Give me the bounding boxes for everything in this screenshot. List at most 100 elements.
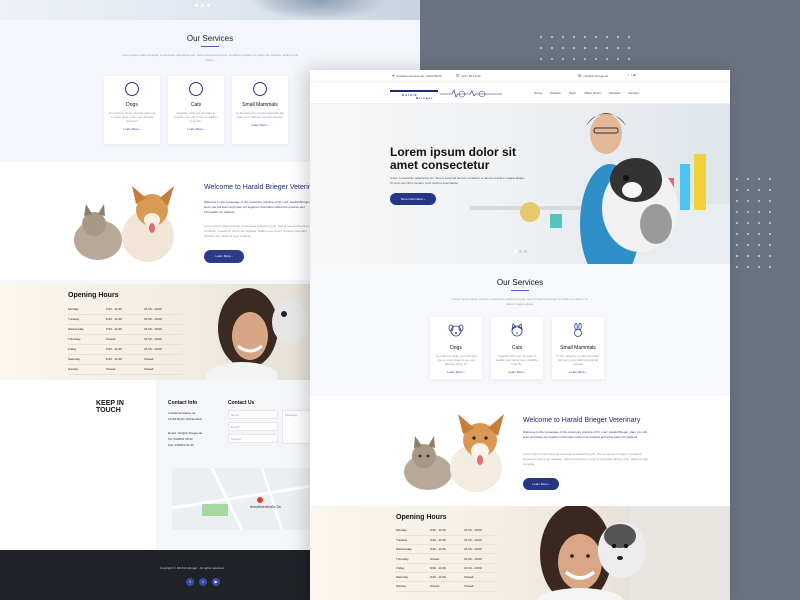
- card-link[interactable]: Learn More ›: [232, 123, 288, 127]
- decor-dot: [769, 266, 771, 268]
- decor-dot: [584, 47, 586, 49]
- nav-services[interactable]: Services: [609, 91, 621, 95]
- topbar-email[interactable]: ✉ info@dr-brieger.de: [578, 73, 608, 78]
- day-cell: Monday: [68, 304, 106, 315]
- hours-row: Sunday Closed Closed: [396, 581, 498, 592]
- card-link[interactable]: Learn More ›: [168, 127, 224, 131]
- back-hours-table: Monday 9:30 - 11:00 16:30 - 19:00 Tuesday 9:…: [68, 304, 182, 375]
- decor-dot: [758, 200, 760, 202]
- time-cell: 16:30 - 19:00: [144, 314, 182, 325]
- day-cell: Thursday: [68, 334, 106, 345]
- card-learn-more-link[interactable]: Learn More ›: [491, 370, 543, 374]
- more-information-button[interactable]: More information ›: [390, 193, 436, 205]
- decor-dot: [758, 189, 760, 191]
- hours-row: Saturday 9:30 - 11:00 Closed: [68, 354, 182, 365]
- card-link[interactable]: Learn More ›: [104, 127, 160, 131]
- welcome-title: Welcome to Harald Brieger Veterinary: [523, 417, 641, 424]
- topbar-social: ft▶: [628, 73, 638, 77]
- time-cell: Closed: [106, 364, 144, 375]
- service-card-dogs[interactable]: Dogs You want to clean your life with on…: [430, 317, 482, 379]
- back-card-small-mammals[interactable]: Small Mammals In the category 'small mam…: [232, 76, 288, 144]
- nav-team[interactable]: Team: [569, 91, 576, 95]
- day-cell: Thursday: [396, 553, 430, 564]
- card-text: Together with you we want to enable your…: [495, 354, 539, 366]
- decor-dot: [747, 200, 749, 202]
- day-cell: Sunday: [68, 364, 106, 375]
- topbar-phone[interactable]: ✆ 030 / 80 19 32: [456, 73, 481, 78]
- back-services-subtitle: Lorem ipsum dolor sit amet, consectetur …: [121, 53, 299, 62]
- time-cell: 16:30 - 19:00: [464, 526, 498, 536]
- decor-dot: [758, 233, 760, 235]
- decor-dot: [551, 47, 553, 49]
- time-cell: Closed: [106, 334, 144, 345]
- hero-text: Amet, consectetur adipisicing elit. Sed …: [390, 176, 525, 185]
- decor-dot: [736, 200, 738, 202]
- time-cell: 16:30 - 19:00: [464, 563, 498, 574]
- time-cell: Closed: [144, 364, 182, 375]
- back-welcome-text: Lorem ipsum dolor sit amet consectetur a…: [204, 224, 310, 238]
- back-services-title: Our Services: [186, 34, 234, 43]
- decor-dot: [606, 47, 608, 49]
- time-cell: 16:30 - 19:00: [464, 544, 498, 555]
- youtube-icon[interactable]: ▶: [212, 578, 220, 586]
- decor-dot: [747, 266, 749, 268]
- site-logo[interactable]: Harald Brieger: [390, 87, 502, 100]
- decor-dot: [736, 244, 738, 246]
- back-slider-indicators: [195, 4, 210, 7]
- time-cell: Closed: [464, 581, 498, 592]
- nav-office-hours[interactable]: Office Hours: [584, 91, 601, 95]
- learn-more-button[interactable]: Learn More ›: [523, 478, 559, 490]
- service-card-cats[interactable]: Cats Together with you we want to enable…: [491, 317, 543, 379]
- decor-dot: [769, 211, 771, 213]
- logo-line2: Brieger: [416, 96, 434, 100]
- welcome-text: Lorem ipsum dolor sit amet consectetur a…: [523, 452, 649, 466]
- back-card-dogs[interactable]: Dogs You want to clean your life with on…: [104, 76, 160, 144]
- name-field[interactable]: Name*: [228, 410, 278, 419]
- title-underline: [201, 46, 219, 47]
- youtube-icon[interactable]: ▶: [634, 73, 638, 77]
- opening-hours-table: Monday 9:30 - 11:00 16:30 - 19:00 Tuesday 9:…: [396, 526, 498, 592]
- decor-dot: [628, 47, 630, 49]
- nav-practice[interactable]: Practice: [550, 91, 561, 95]
- back-learn-more-button[interactable]: Learn More ›: [204, 250, 244, 263]
- decor-dot: [747, 189, 749, 191]
- service-card-small-mammals[interactable]: Small Mammals In the category 'small mam…: [552, 317, 604, 379]
- copyright-text: Copyright © 2018 dr-brieger . All rights…: [160, 566, 225, 570]
- location-map[interactable]: Anhaltinerstraße 3a: [172, 468, 312, 530]
- day-cell: Wednesday: [396, 544, 430, 555]
- decor-dot: [758, 178, 760, 180]
- puppy-and-kitten-image: [404, 414, 504, 492]
- back-hours-title: Opening Hours: [68, 292, 119, 299]
- decor-dot: [540, 36, 542, 38]
- back-hero-strip: [0, 0, 420, 20]
- card-learn-more-link[interactable]: Learn More ›: [430, 370, 482, 374]
- dog-icon: [448, 324, 464, 337]
- nav-contact[interactable]: Contact: [628, 91, 638, 95]
- time-cell: 16:30 - 19:00: [144, 334, 182, 345]
- decor-dot: [747, 211, 749, 213]
- back-woman-with-dog-image: [206, 288, 308, 380]
- decor-dot: [573, 36, 575, 38]
- address-text: Anhaltinerstrasse 3a, 14163 Berlin: [396, 74, 443, 78]
- email-field[interactable]: Email*: [228, 422, 278, 431]
- contact-us-title: Contact Us: [228, 400, 255, 406]
- subject-field[interactable]: Subject: [228, 434, 278, 443]
- decor-dot: [758, 222, 760, 224]
- time-cell: Closed: [430, 581, 464, 592]
- decor-dot: [595, 36, 597, 38]
- back-services-header: Our Services Lorem ipsum dolor sit amet,…: [0, 24, 420, 63]
- card-learn-more-link[interactable]: Learn More ›: [552, 370, 604, 374]
- decor-dot: [617, 47, 619, 49]
- time-cell: 9:30 - 11:00: [430, 544, 464, 555]
- twitter-icon[interactable]: t: [199, 578, 207, 586]
- hero-title: Lorem ipsum dolor sit amet consectetur: [390, 145, 517, 172]
- card-text: You want to clean your life with one or …: [108, 111, 156, 123]
- back-card-cats[interactable]: Cats Together with you we want to enable…: [168, 76, 224, 144]
- nav-home[interactable]: Home: [534, 91, 542, 95]
- facebook-icon[interactable]: f: [186, 578, 194, 586]
- time-cell: 9:30 - 11:00: [430, 535, 464, 546]
- decor-dot: [747, 233, 749, 235]
- dot-pattern-top: [540, 36, 630, 60]
- card-name: Dogs: [126, 102, 138, 108]
- slider-indicators[interactable]: [514, 250, 527, 253]
